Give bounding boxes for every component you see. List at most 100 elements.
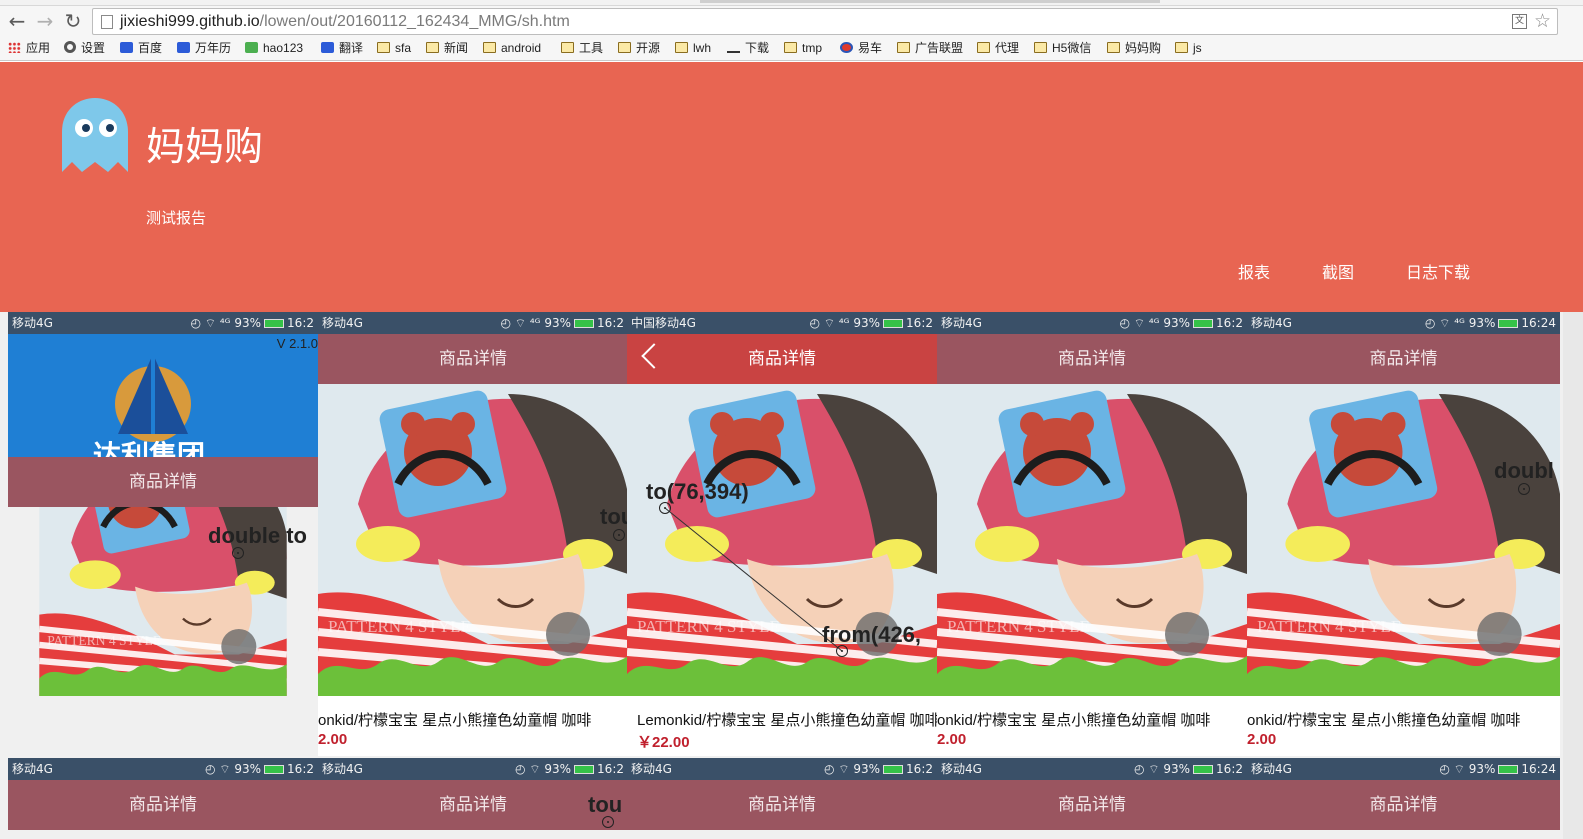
device-status-bar: 移动4G ◴ ⌔ ⁴ᴳ 93% 16:2 — [8, 312, 318, 334]
back-icon[interactable]: ← — [5, 6, 29, 36]
battery-icon — [574, 765, 595, 774]
bookmark-calendar[interactable]: 万年历 — [177, 39, 231, 57]
page-title-bar: 商品详情 — [8, 457, 318, 507]
bookmark-label: 下载 — [745, 41, 770, 55]
brand-title: 妈妈购 — [146, 125, 264, 170]
bookmark-apps[interactable]: 应用 — [8, 39, 50, 57]
screenshot-card[interactable]: 移动4G ◴ ⌔ ⁴ᴳ 93% 16:2 商品详情 onkid/柠檬宝宝 星点小熊撞… — [318, 312, 628, 756]
swipe-from-label: from(426, — [822, 622, 922, 647]
page-title: 商品详情 — [439, 349, 507, 369]
swipe-to-label: to(76,394) — [646, 479, 749, 504]
page-title: 商品详情 — [1058, 795, 1126, 815]
status-right: ◴ ⌔ ⁴ᴳ 93% 16:2 — [190, 316, 314, 330]
product-info: onkid/柠檬宝宝 星点小熊撞色幼童帽 咖啡 2.00 — [1247, 696, 1560, 756]
screenshot-card-active[interactable]: 中国移动4G ◴ ⌔ ⁴ᴳ 93% 16:2 商品详情 to(76,394) fro… — [627, 312, 937, 756]
address-bar[interactable]: jixieshi999.github.io/lowen/out/20160112… — [92, 8, 1558, 35]
url-host: jixieshi999.github.io — [120, 13, 260, 30]
screenshot-card[interactable]: 移动4G ◴ ⌔ ⁴ᴳ 93% 16:2 商品详情 onkid/柠檬宝宝 星点小熊撞… — [937, 312, 1247, 756]
bookmark-downloads[interactable]: 下载 — [727, 39, 769, 57]
nav-log-download-link[interactable]: 日志下载 — [1406, 259, 1470, 283]
nav-screenshots-link[interactable]: 截图 — [1322, 259, 1354, 283]
bookmark-android[interactable]: android — [483, 39, 541, 57]
bookmark-lwh[interactable]: lwh — [675, 39, 711, 57]
bookmark-label: H5微信 — [1052, 41, 1092, 55]
hao123-icon — [245, 42, 258, 53]
bookmark-star-icon[interactable]: ☆ — [1534, 10, 1551, 32]
folder-icon — [977, 42, 990, 53]
translate-icon[interactable]: 文 — [1512, 14, 1527, 29]
bookmark-label: 妈妈购 — [1125, 41, 1162, 55]
battery-icon — [264, 765, 285, 774]
bookmark-label: 工具 — [579, 41, 604, 55]
page-title-bar: 商品详情 — [318, 780, 628, 830]
status-time: 16:24 — [1521, 762, 1556, 776]
bookmark-yiche[interactable]: 易车 — [840, 39, 882, 57]
battery-icon — [1498, 319, 1519, 328]
carrier-label: 移动4G — [322, 762, 363, 776]
page-title-bar: 商品详情 — [318, 334, 628, 384]
device-status-bar: 移动4G ◴ ⌔ 93% 16:2 — [627, 758, 937, 780]
tap-marker-icon — [232, 547, 244, 559]
screenshot-card[interactable]: 移动4G ◴ ⌔ ⁴ᴳ 93% 16:2 达利集团 V 2.1.0 商品详情 dou… — [8, 312, 318, 756]
folder-icon — [561, 42, 574, 53]
apps-grid-icon — [8, 42, 21, 53]
bookmark-label: 开源 — [636, 41, 661, 55]
product-info: onkid/柠檬宝宝 星点小熊撞色幼童帽 咖啡 2.00 — [937, 696, 1247, 756]
bookmark-hao123[interactable]: hao123 — [245, 39, 303, 57]
bookmark-settings[interactable]: 设置 — [64, 39, 105, 57]
report-subtitle: 测试报告 — [146, 209, 207, 227]
signal-indicator: ⁴ᴳ — [219, 316, 231, 330]
bookmark-proxy[interactable]: 代理 — [977, 39, 1019, 57]
bookmark-label: 设置 — [81, 41, 106, 55]
screenshot-card[interactable]: 移动4G ◴ ⌔ 93% 16:2 商品详情 tou — [318, 758, 628, 839]
tap-label: tou — [600, 504, 628, 529]
carrier-label: 移动4G — [12, 762, 53, 776]
status-right: ◴ ⌔ 93% 16:2 — [823, 762, 933, 776]
report-header: 妈妈购 测试报告 报表 截图 日志下载 — [0, 62, 1583, 312]
bookmark-sfa[interactable]: sfa — [377, 39, 411, 57]
status-time: 16:2 — [597, 762, 624, 776]
signal-indicator: ⁴ᴳ — [1454, 316, 1465, 330]
nav-report-link[interactable]: 报表 — [1238, 259, 1270, 283]
screenshot-card[interactable]: 移动4G ◴ ⌔ ⁴ᴳ 93% 16:24 商品详情 onkid/柠檬宝宝 星点小熊… — [1247, 312, 1560, 756]
screenshot-card[interactable]: 移动4G ◴ ⌔ 93% 16:2 商品详情 — [937, 758, 1247, 839]
battery-icon — [1498, 765, 1519, 774]
product-price: 2.00 — [1247, 731, 1277, 748]
battery-icon — [883, 765, 904, 774]
bookmark-label: lwh — [693, 41, 712, 55]
page-title: 商品详情 — [1058, 349, 1126, 369]
gallery-scroll-gutter — [1563, 312, 1583, 839]
screenshot-card[interactable]: 移动4G ◴ ⌔ 93% 16:2 商品详情 — [627, 758, 937, 839]
bookmark-tools[interactable]: 工具 — [561, 39, 603, 57]
carrier-label: 移动4G — [322, 316, 363, 330]
page-title-bar: 商品详情 — [937, 780, 1247, 830]
tap-marker-icon — [602, 816, 614, 828]
page-title: 商品详情 — [129, 472, 197, 492]
reload-icon[interactable]: ↻ — [61, 6, 85, 36]
bookmark-news[interactable]: 新闻 — [426, 39, 468, 57]
bookmark-baidu[interactable]: 百度 — [120, 39, 162, 57]
active-tab-edge — [700, 0, 1160, 3]
forward-icon[interactable]: → — [33, 6, 57, 36]
bookmark-tmp[interactable]: tmp — [784, 39, 822, 57]
bookmark-label: android — [501, 41, 542, 55]
bookmark-adunion[interactable]: 广告联盟 — [897, 39, 963, 57]
page-title: 商品详情 — [1369, 795, 1438, 815]
tap-marker-icon — [613, 529, 625, 541]
battery-icon — [574, 319, 595, 328]
product-price: ￥22.00 — [637, 734, 690, 751]
product-photo — [1247, 384, 1560, 696]
folder-icon — [897, 42, 910, 53]
bookmark-mmg[interactable]: 妈妈购 — [1107, 39, 1161, 57]
bookmark-js[interactable]: js — [1175, 39, 1202, 57]
bookmark-translate[interactable]: 翻译 — [321, 39, 363, 57]
ghost-logo-icon — [62, 98, 128, 172]
bookmark-opensource[interactable]: 开源 — [618, 39, 660, 57]
yiche-icon — [840, 42, 853, 53]
folder-icon — [483, 42, 496, 53]
bookmark-h5wechat[interactable]: H5微信 — [1034, 39, 1091, 57]
screenshot-card[interactable]: 移动4G ◴ ⌔ 93% 16:2 商品详情 — [8, 758, 318, 839]
screenshot-card[interactable]: 移动4G ◴ ⌔ 93% 16:24 商品详情 — [1247, 758, 1560, 839]
bookmark-label: 翻译 — [339, 41, 364, 55]
status-time: 16:2 — [597, 316, 624, 330]
